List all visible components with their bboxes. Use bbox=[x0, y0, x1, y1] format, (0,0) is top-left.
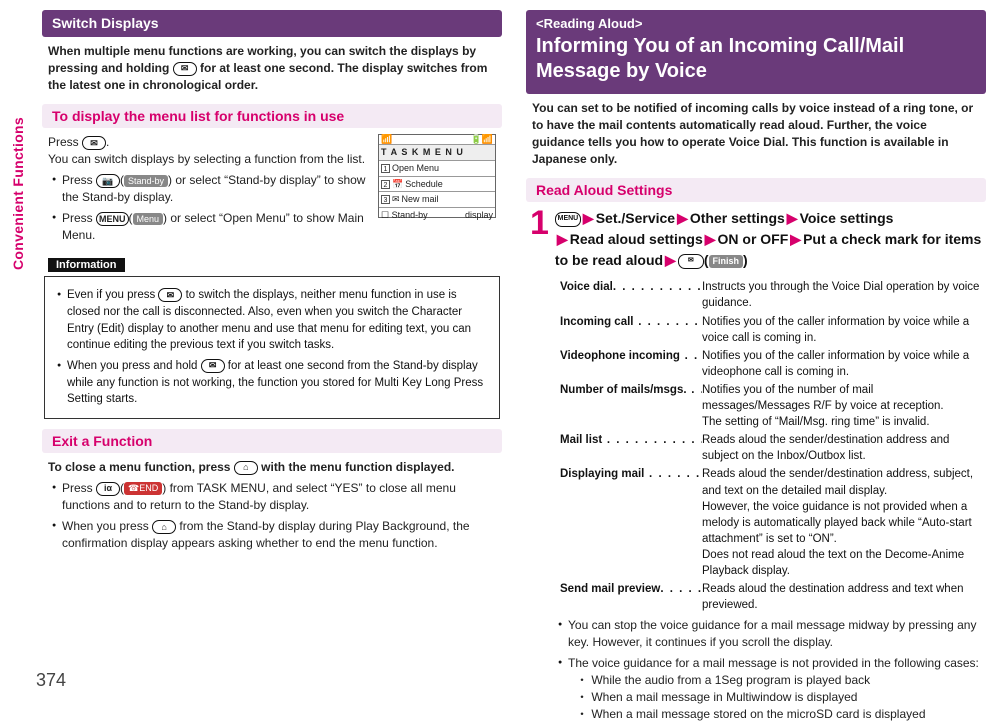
setting-description: Notifies you of the number of mail messa… bbox=[702, 382, 982, 430]
subheading-read-aloud-settings: Read Aloud Settings bbox=[526, 178, 986, 202]
heading-reading-aloud: <Reading Aloud> Informing You of an Inco… bbox=[526, 10, 986, 94]
settings-table: Voice dial. . . . . . . . . . . . . . .I… bbox=[526, 271, 986, 613]
setting-description: Instructs you through the Voice Dial ope… bbox=[702, 279, 982, 311]
setting-row: Displaying mail . . . . . . . . . .Reads… bbox=[560, 466, 982, 579]
page-number: 374 bbox=[36, 670, 66, 691]
right-column: <Reading Aloud> Informing You of an Inco… bbox=[520, 0, 992, 697]
multi-key-icon: ✉ bbox=[173, 62, 197, 76]
left-column: Switch Displays When multiple menu funct… bbox=[36, 0, 508, 697]
setting-row: Videophone incoming . . . .Notifies you … bbox=[560, 348, 982, 380]
multi-key-icon: ✉ bbox=[158, 288, 182, 302]
exit-body: To close a menu function, press ⌂ with t… bbox=[42, 459, 502, 552]
multi-key-icon: ✉ bbox=[82, 136, 106, 150]
camera-key-icon: 📷 bbox=[96, 174, 120, 188]
bullet-standby: Press 📷(Stand-by) or select “Stand-by di… bbox=[62, 172, 496, 206]
setting-row: Mail list . . . . . . . . . . . . . . . … bbox=[560, 432, 982, 464]
step-number: 1 bbox=[530, 208, 549, 271]
setting-row: Send mail preview. . . . . . . .Reads al… bbox=[560, 581, 982, 613]
information-box: Even if you press ✉ to switch the displa… bbox=[44, 276, 500, 419]
setting-label: Displaying mail . . . . . . . . . . bbox=[560, 466, 702, 579]
end-key-icon: ⌂ bbox=[152, 520, 176, 534]
end-key-icon: ⌂ bbox=[234, 461, 258, 475]
reading-aloud-intro: You can set to be notified of incoming c… bbox=[526, 100, 986, 168]
setting-label: Send mail preview. . . . . . . . bbox=[560, 581, 702, 613]
setting-description: Reads aloud the sender/destination addre… bbox=[702, 432, 982, 464]
setting-label: Incoming call . . . . . . . . . . . . bbox=[560, 314, 702, 346]
setting-label: Number of mails/msgs. . . . bbox=[560, 382, 702, 430]
menu-key-icon: MENU bbox=[96, 212, 129, 226]
multi-key-icon: ✉ bbox=[201, 359, 225, 373]
setting-label: Videophone incoming . . . . bbox=[560, 348, 702, 380]
subheading-menu-list: To display the menu list for functions i… bbox=[42, 104, 502, 128]
setting-description: Reads aloud the destination address and … bbox=[702, 581, 982, 613]
mail-key-icon: ✉ bbox=[678, 254, 704, 269]
menu-list-body: 📶🔋📶 T A S K M E N U 1Open Menu 2📅Schedul… bbox=[42, 134, 502, 244]
setting-row: Voice dial. . . . . . . . . . . . . . .I… bbox=[560, 279, 982, 311]
setting-row: Incoming call . . . . . . . . . . . .Not… bbox=[560, 314, 982, 346]
section-tab: Convenient Functions bbox=[10, 117, 26, 270]
setting-row: Number of mails/msgs. . . .Notifies you … bbox=[560, 382, 982, 430]
heading-switch-displays: Switch Displays bbox=[42, 10, 502, 37]
step-1: 1 MENU▶Set./Service▶Other settings▶Voice… bbox=[526, 208, 986, 271]
subheading-exit: Exit a Function bbox=[42, 429, 502, 453]
menu-key-icon: MENU bbox=[555, 212, 581, 227]
setting-description: Reads aloud the sender/destination addre… bbox=[702, 466, 982, 579]
setting-label: Mail list . . . . . . . . . . . . . . . … bbox=[560, 432, 702, 464]
notes: You can stop the voice guidance for a ma… bbox=[526, 617, 986, 723]
setting-label: Voice dial. . . . . . . . . . . . . . . bbox=[560, 279, 702, 311]
information-label: Information bbox=[48, 258, 125, 272]
ir-key-icon: iα bbox=[96, 482, 120, 496]
setting-description: Notifies you of the caller information b… bbox=[702, 314, 982, 346]
bullet-open-menu: Press MENU(Menu) or select “Open Menu” t… bbox=[62, 210, 496, 244]
intro-text: When multiple menu functions are working… bbox=[42, 43, 502, 94]
setting-description: Notifies you of the caller information b… bbox=[702, 348, 982, 380]
